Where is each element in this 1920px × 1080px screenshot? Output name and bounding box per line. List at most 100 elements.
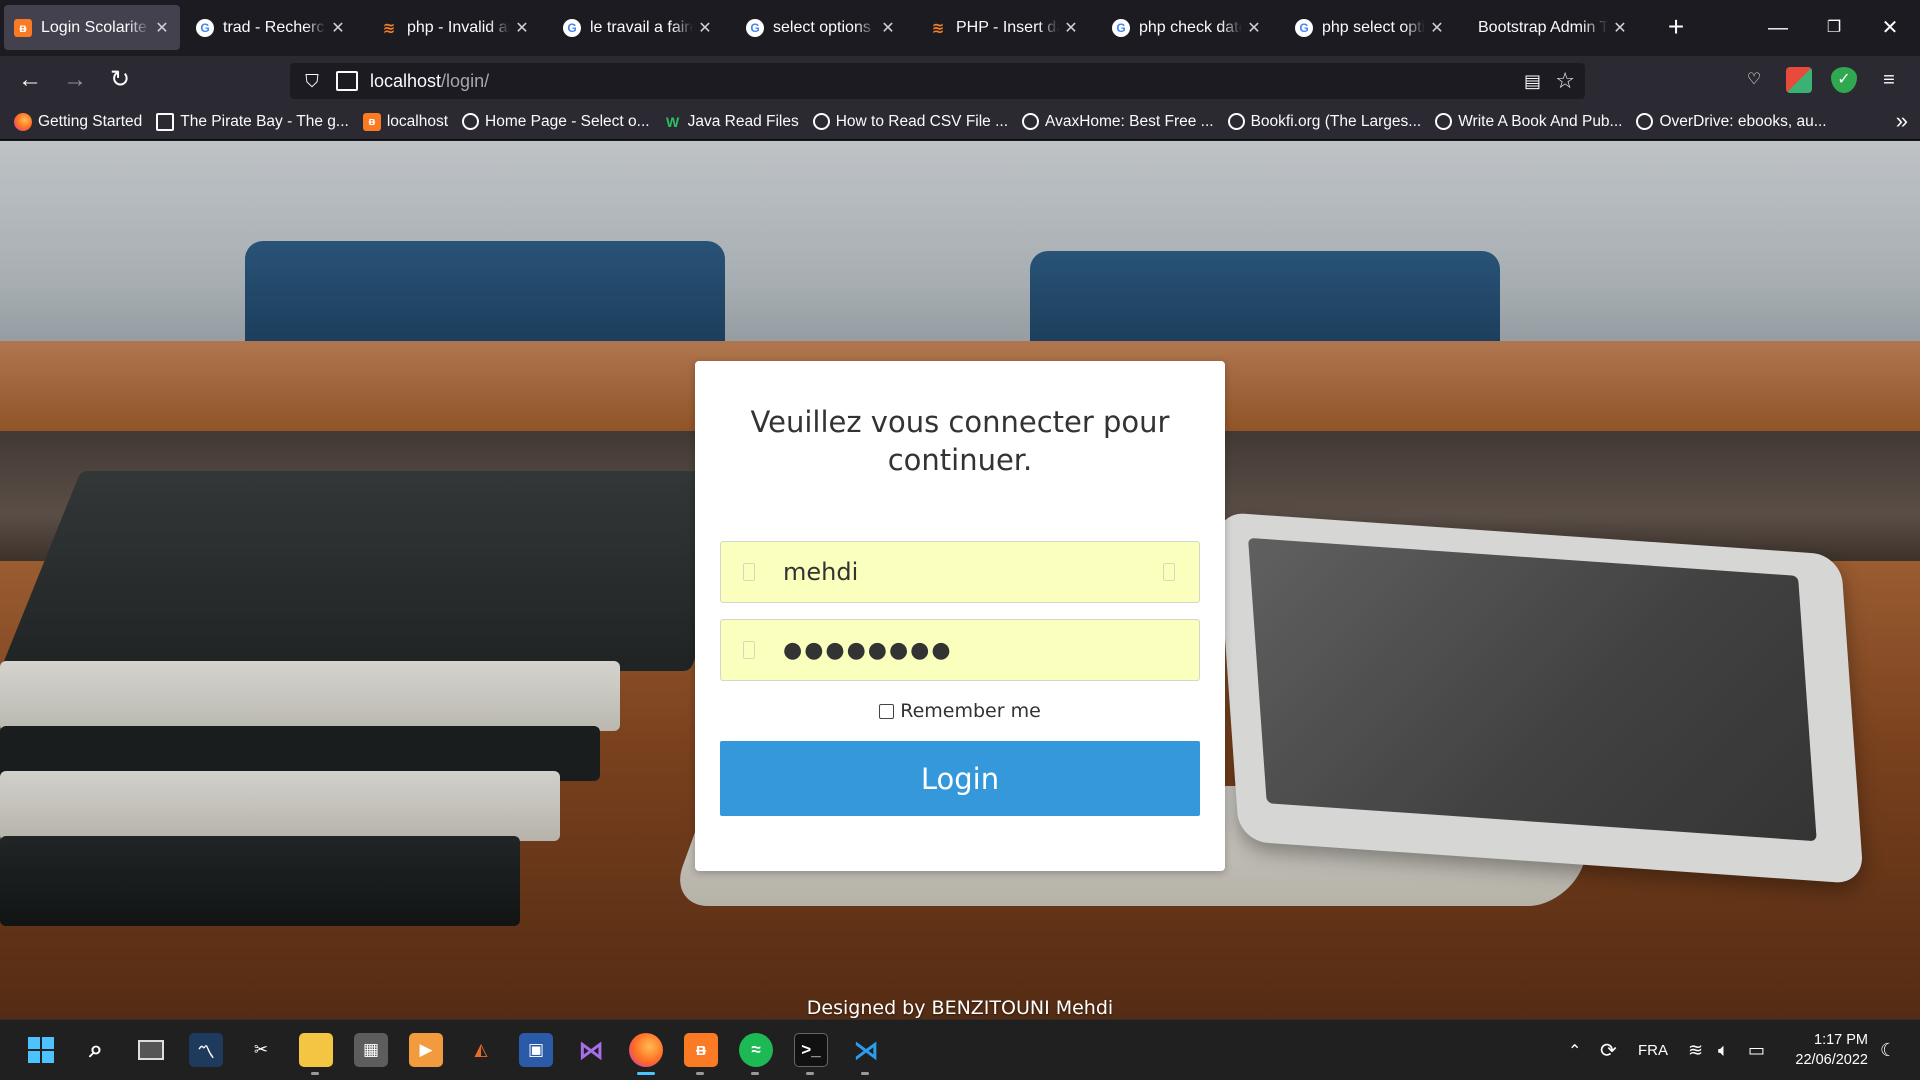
snipping-tool-icon[interactable]: ✂: [244, 1033, 278, 1067]
pocket-icon[interactable]: ♡: [1741, 67, 1767, 93]
tab-php-invalid[interactable]: ≋ php - Invalid argument ✕: [370, 5, 540, 50]
username-field[interactable]: mehdi: [720, 541, 1200, 603]
terminal-icon[interactable]: >_: [794, 1033, 828, 1067]
close-window-button[interactable]: ✕: [1868, 10, 1912, 46]
firefox-icon: [14, 112, 32, 131]
bookmark-label: Getting Started: [38, 112, 143, 130]
remember-me[interactable]: Remember me: [695, 700, 1225, 722]
notification-icon[interactable]: ☾: [1880, 1020, 1896, 1080]
volume-icon[interactable]: 🔈︎: [1718, 1020, 1729, 1080]
firefox-icon[interactable]: [629, 1033, 663, 1067]
tab-select-options[interactable]: G select options html ✕: [736, 5, 906, 50]
bookmark-bookfi[interactable]: Bookfi.org (The Larges...: [1227, 113, 1421, 131]
running-indicator: [696, 1072, 704, 1075]
close-tab-icon[interactable]: ✕: [880, 18, 896, 38]
sync-icon[interactable]: ⟳: [1600, 1020, 1617, 1080]
bookmark-avaxhome[interactable]: AvaxHome: Best Free ...: [1022, 113, 1214, 131]
task-view-icon[interactable]: [134, 1033, 168, 1067]
tab-php-check-date[interactable]: G php check date google ✕: [1102, 5, 1272, 50]
tab-title: php - Invalid argument: [407, 18, 510, 36]
password-field[interactable]: ●●●●●●●●: [720, 619, 1200, 681]
bookmark-pirate-bay[interactable]: The Pirate Bay - The g...: [156, 112, 349, 131]
vscode-icon[interactable]: ⋊: [849, 1033, 883, 1067]
tab-login-scolarite[interactable]: ᴃ Login Scolarite ✕: [4, 5, 180, 50]
remember-me-label: Remember me: [900, 700, 1041, 722]
tab-title: trad - Recherche Google: [223, 18, 326, 36]
autofill-key-icon: [743, 641, 755, 659]
bookmark-star-icon[interactable]: ☆: [1555, 68, 1575, 94]
tab-bootstrap-admin[interactable]: Bootstrap Admin Theme ✕: [1468, 5, 1638, 50]
chevron-right-icon[interactable]: »: [1896, 108, 1908, 134]
page-info-icon[interactable]: [336, 71, 358, 91]
bookmark-label: Write A Book And Pub...: [1458, 112, 1623, 130]
restore-button[interactable]: ❐: [1812, 10, 1856, 46]
windows-taskbar: ⌕ 〽 ✂ ▦ ▶ ◭ ▣ ⋈ ᴃ ≈ >_ ⋊ ⌃ ⟳ FRA ≋ 🔈︎ ▭ …: [0, 1019, 1920, 1080]
google-icon: G: [196, 18, 214, 37]
bookmark-label: AvaxHome: Best Free ...: [1045, 112, 1214, 130]
tab-google-trad[interactable]: G trad - Recherche Google ✕: [186, 5, 356, 50]
calculator-icon[interactable]: ▦: [354, 1033, 388, 1067]
tab-php-select-option[interactable]: G php select option ✕: [1285, 5, 1455, 50]
remote-desktop-icon[interactable]: ▣: [519, 1033, 553, 1067]
task-manager-icon[interactable]: 〽: [189, 1033, 223, 1067]
start-icon[interactable]: [24, 1033, 58, 1067]
password-manager-icon[interactable]: [1163, 563, 1175, 581]
globe-icon: [812, 113, 830, 130]
bookmark-localhost[interactable]: ᴃ localhost: [362, 112, 449, 131]
url-bar[interactable]: ⛉ localhost/login/ ▤ ☆: [290, 63, 1585, 99]
login-button[interactable]: Login: [720, 741, 1200, 816]
tab-title: le travail a faire - Google: [590, 18, 693, 36]
tab-title: Login Scolarite: [41, 18, 147, 36]
app-icon[interactable]: ◭: [464, 1033, 498, 1067]
xampp-icon[interactable]: ᴃ: [684, 1033, 718, 1067]
chevron-up-icon[interactable]: ⌃: [1568, 1020, 1581, 1080]
close-tab-icon[interactable]: ✕: [514, 18, 530, 38]
close-tab-icon[interactable]: ✕: [330, 18, 346, 38]
minimize-button[interactable]: —: [1756, 10, 1800, 46]
tab-php-insert-date[interactable]: ≋ PHP - Insert date ✕: [919, 5, 1089, 50]
spotify-icon[interactable]: ≈: [739, 1033, 773, 1067]
url-path: /login/: [441, 70, 490, 91]
file-explorer-icon[interactable]: [299, 1033, 333, 1067]
running-indicator: [806, 1072, 814, 1075]
bookmarks-toolbar: Getting Started The Pirate Bay - The g..…: [0, 104, 1920, 140]
remember-me-checkbox[interactable]: [879, 703, 895, 719]
close-tab-icon[interactable]: ✕: [1063, 18, 1079, 38]
input-language[interactable]: FRA: [1638, 1020, 1668, 1080]
menu-icon[interactable]: ≡: [1876, 67, 1902, 93]
taskbar-clock[interactable]: 1:17 PM 22/06/2022: [1795, 1030, 1868, 1070]
search-icon[interactable]: ⌕: [79, 1033, 113, 1067]
close-tab-icon[interactable]: ✕: [154, 18, 170, 38]
new-tab-button[interactable]: +: [1660, 10, 1692, 46]
tab-title: select options html: [773, 18, 876, 36]
reader-view-icon[interactable]: ▤: [1524, 71, 1541, 92]
globe-icon: [1227, 113, 1245, 130]
tab-travail-a-faire[interactable]: G le travail a faire - Google ✕: [553, 5, 723, 50]
close-tab-icon[interactable]: ✕: [1246, 18, 1262, 38]
tab-title: php check date google: [1139, 18, 1242, 36]
forward-button[interactable]: →: [59, 64, 91, 96]
bookmark-getting-started[interactable]: Getting Started: [14, 112, 143, 131]
close-tab-icon[interactable]: ✕: [697, 18, 713, 38]
close-tab-icon[interactable]: ✕: [1429, 18, 1445, 38]
bookmark-home-page[interactable]: Home Page - Select o...: [462, 113, 650, 131]
media-player-icon[interactable]: ▶: [409, 1033, 443, 1067]
google-icon: G: [746, 18, 764, 37]
tracking-shield-icon[interactable]: ⛉: [298, 71, 326, 92]
back-button[interactable]: ←: [14, 64, 46, 96]
reload-button[interactable]: ↻: [104, 64, 136, 96]
wifi-icon[interactable]: ≋: [1688, 1020, 1703, 1080]
extension-icon[interactable]: [1786, 67, 1812, 93]
bookmark-read-csv[interactable]: How to Read CSV File ...: [812, 113, 1008, 131]
adblock-shield-icon[interactable]: ✓: [1831, 67, 1857, 93]
browser-tab-strip: ᴃ Login Scolarite ✕ G trad - Recherche G…: [0, 0, 1920, 56]
bookmark-label: localhost: [386, 112, 449, 130]
bookmark-java-read-files[interactable]: W Java Read Files: [664, 113, 799, 131]
visual-studio-icon[interactable]: ⋈: [574, 1033, 608, 1067]
close-tab-icon[interactable]: ✕: [1612, 18, 1628, 38]
bookmark-write-a-book[interactable]: Write A Book And Pub...: [1435, 113, 1622, 131]
clock-date: 22/06/2022: [1795, 1052, 1868, 1068]
bookmark-label: Java Read Files: [687, 112, 799, 130]
battery-icon[interactable]: ▭: [1748, 1020, 1765, 1080]
bookmark-overdrive[interactable]: OverDrive: ebooks, au...: [1636, 113, 1827, 131]
